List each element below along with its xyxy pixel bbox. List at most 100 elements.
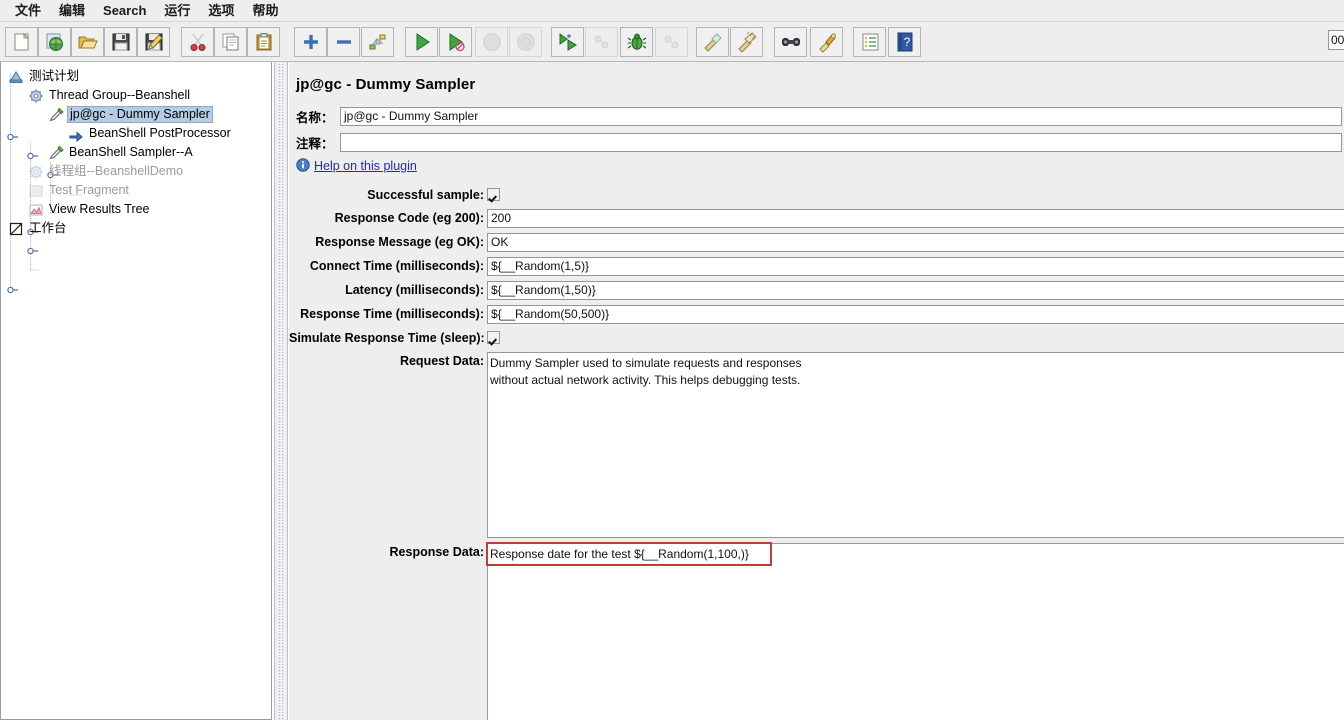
test-plan-tree-pane[interactable]: 测试计划 Thread Group--Beanshell jp@gc - Dummy… xyxy=(0,62,272,720)
menu-help[interactable]: 帮助 xyxy=(243,1,287,21)
request-data-label: Request Data: xyxy=(399,354,484,368)
toggle-icon[interactable] xyxy=(361,27,394,57)
templates-icon[interactable] xyxy=(38,27,71,57)
response-code-input[interactable]: 200 xyxy=(487,209,1344,228)
thread-group-icon xyxy=(27,87,44,104)
help-icon[interactable]: ? xyxy=(888,27,921,57)
save-as-icon[interactable] xyxy=(137,27,170,57)
menu-run[interactable]: 运行 xyxy=(155,1,199,21)
split-pane-divider[interactable] xyxy=(274,62,288,720)
successful-sample-row: Successful sample: xyxy=(289,186,1344,204)
name-input[interactable]: jp@gc - Dummy Sampler xyxy=(340,107,1342,126)
expand-all-icon[interactable] xyxy=(294,27,327,57)
tree-node-test-fragment[interactable]: Test Fragment xyxy=(1,181,271,200)
simulate-response-time-row: Simulate Response Time (sleep): xyxy=(289,329,1344,347)
response-message-label: Response Message (eg OK): xyxy=(315,235,484,249)
start-icon[interactable] xyxy=(405,27,438,57)
new-icon[interactable] xyxy=(5,27,38,57)
search-reset-icon[interactable] xyxy=(810,27,843,57)
clear-icon[interactable] xyxy=(696,27,729,57)
response-time-row: Response Time (milliseconds): ${__Random… xyxy=(289,305,1344,324)
menu-edit[interactable]: 编辑 xyxy=(50,1,94,21)
test-plan-icon xyxy=(7,68,24,85)
latency-input[interactable]: ${__Random(1,50)} xyxy=(487,281,1344,300)
response-code-row: Response Code (eg 200): 200 xyxy=(289,209,1344,228)
cut-icon[interactable] xyxy=(181,27,214,57)
remote-stop-all-icon xyxy=(585,27,618,57)
tree-node-view-results-tree[interactable]: View Results Tree xyxy=(1,200,271,219)
comment-label: 注释： xyxy=(296,137,334,151)
successful-sample-checkbox[interactable] xyxy=(487,188,500,201)
debug-icon[interactable] xyxy=(620,27,653,57)
connect-time-label: Connect Time (milliseconds): xyxy=(309,259,484,273)
divider-grip xyxy=(277,62,285,720)
menu-options[interactable]: 选项 xyxy=(199,1,243,21)
shutdown-icon xyxy=(509,27,542,57)
collapse-all-icon[interactable] xyxy=(327,27,360,57)
tree-node-beanshell-sampler-a[interactable]: BeanShell Sampler--A xyxy=(1,143,271,162)
start-no-pauses-icon[interactable] xyxy=(439,27,472,57)
svg-text:?: ? xyxy=(903,35,910,49)
test-fragment-icon xyxy=(27,182,44,199)
response-message-row: Response Message (eg OK): OK xyxy=(289,233,1344,252)
tree-node-label: BeanShell PostProcessor xyxy=(89,126,231,140)
function-helper-icon[interactable] xyxy=(853,27,886,57)
jmeter-window: 文件 编辑 Search 运行 选项 帮助 ? 00 测试计划 Thread G… xyxy=(0,0,1344,720)
tree-node-label: 线程组--BeanshellDemo xyxy=(49,164,184,178)
save-icon[interactable] xyxy=(104,27,137,57)
response-code-label: Response Code (eg 200): xyxy=(334,211,484,225)
comment-input[interactable] xyxy=(340,133,1342,152)
tree-node-thread-group-beanshell[interactable]: Thread Group--Beanshell xyxy=(1,86,271,105)
sampler-icon xyxy=(47,144,64,161)
help-on-this-plugin-link[interactable]: Help on this plugin xyxy=(314,159,417,173)
workbench-icon xyxy=(7,220,24,237)
open-icon[interactable] xyxy=(71,27,104,57)
copy-icon[interactable] xyxy=(214,27,247,57)
paste-icon[interactable] xyxy=(247,27,280,57)
view-results-tree-icon xyxy=(27,201,44,218)
response-message-input[interactable]: OK xyxy=(487,233,1344,252)
menu-file[interactable]: 文件 xyxy=(6,1,50,21)
clear-all-icon[interactable] xyxy=(730,27,763,57)
sampler-config-panel: jp@gc - Dummy Sampler 名称： jp@gc - Dummy … xyxy=(289,62,1344,720)
menu-search[interactable]: Search xyxy=(94,1,155,21)
response-data-textarea[interactable]: Response date for the test ${__Random(1,… xyxy=(487,543,1344,720)
toolbar: ? xyxy=(0,22,1344,62)
comment-row: 注释： xyxy=(296,133,1342,152)
thread-group-icon xyxy=(27,163,44,180)
latency-label: Latency (milliseconds): xyxy=(345,283,484,297)
remote-shutdown-icon xyxy=(655,27,688,57)
sampler-icon xyxy=(47,106,64,123)
tree-node-dummy-sampler[interactable]: jp@gc - Dummy Sampler xyxy=(1,105,271,124)
simulate-response-time-label: Simulate Response Time (sleep): xyxy=(289,331,485,345)
name-label: 名称： xyxy=(296,111,334,125)
tree-node-label: jp@gc - Dummy Sampler xyxy=(67,106,213,123)
tree-node-workbench[interactable]: 工作台 xyxy=(1,219,271,238)
truncated-right-field[interactable]: 00 xyxy=(1328,30,1344,50)
remote-start-all-icon[interactable] xyxy=(551,27,584,57)
successful-sample-label: Successful sample: xyxy=(367,188,484,202)
info-icon xyxy=(296,157,310,175)
tree-node-label: Thread Group--Beanshell xyxy=(49,88,191,102)
tree-node-test-plan[interactable]: 测试计划 xyxy=(1,67,271,86)
latency-row: Latency (milliseconds): ${__Random(1,50)… xyxy=(289,281,1344,300)
response-time-label: Response Time (milliseconds): xyxy=(300,307,484,321)
tree-node-label: 测试计划 xyxy=(29,69,80,83)
search-icon[interactable] xyxy=(774,27,807,57)
connect-time-row: Connect Time (milliseconds): ${__Random(… xyxy=(289,257,1344,276)
tree-node-label: BeanShell Sampler--A xyxy=(69,145,193,159)
post-processor-icon xyxy=(67,125,84,142)
test-plan-tree[interactable]: 测试计划 Thread Group--Beanshell jp@gc - Dummy… xyxy=(1,62,271,238)
response-time-input[interactable]: ${__Random(50,500)} xyxy=(487,305,1344,324)
tree-node-thread-group-beanshelldemo[interactable]: 线程组--BeanshellDemo xyxy=(1,162,271,181)
connect-time-input[interactable]: ${__Random(1,5)} xyxy=(487,257,1344,276)
request-data-textarea[interactable]: Dummy Sampler used to simulate requests … xyxy=(487,352,1344,538)
tree-node-label: Test Fragment xyxy=(49,183,129,197)
response-data-row: Response Data: Response date for the tes… xyxy=(289,543,1344,720)
tree-node-beanshell-postprocessor[interactable]: BeanShell PostProcessor xyxy=(1,124,271,143)
response-data-label: Response Data: xyxy=(389,545,484,559)
stop-icon xyxy=(475,27,508,57)
simulate-response-time-checkbox[interactable] xyxy=(487,331,500,344)
request-data-row: Request Data: Dummy Sampler used to simu… xyxy=(289,352,1344,538)
page-title: jp@gc - Dummy Sampler xyxy=(296,76,476,93)
